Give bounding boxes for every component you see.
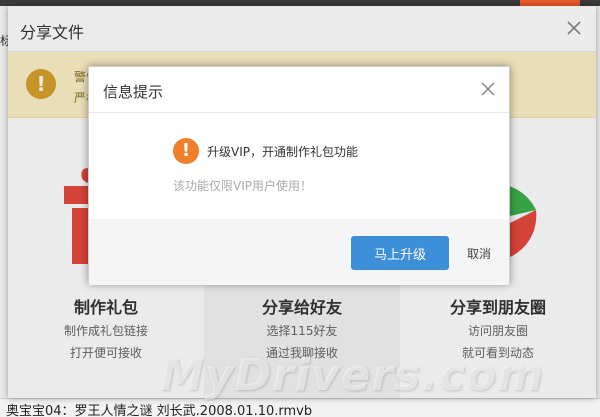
info-message: 升级VIP，开通制作礼包功能 bbox=[207, 145, 358, 159]
alert-icon: ! bbox=[173, 138, 199, 164]
info-dialog-footer: 马上升级 取消 bbox=[89, 219, 509, 285]
cancel-button[interactable]: 取消 bbox=[467, 245, 491, 262]
info-dialog-title: 信息提示 bbox=[103, 83, 164, 101]
close-icon[interactable] bbox=[481, 82, 495, 96]
upgrade-button[interactable]: 马上升级 bbox=[351, 236, 449, 270]
info-prompt-dialog: 信息提示 ! 升级VIP，开通制作礼包功能 该功能仅限VIP用户使用！ 马上升级… bbox=[88, 66, 510, 285]
info-dialog-header: 信息提示 bbox=[89, 67, 509, 113]
info-sub-message: 该功能仅限VIP用户使用！ bbox=[173, 179, 312, 193]
watermark: MyDrivers.com bbox=[160, 350, 545, 401]
background-file-name: 奥宝宝04：罗王人情之谜 刘长武.2008.01.10.rmvb bbox=[6, 404, 313, 417]
info-dialog-body: ! 升级VIP，开通制作礼包功能 该功能仅限VIP用户使用！ bbox=[89, 114, 509, 218]
